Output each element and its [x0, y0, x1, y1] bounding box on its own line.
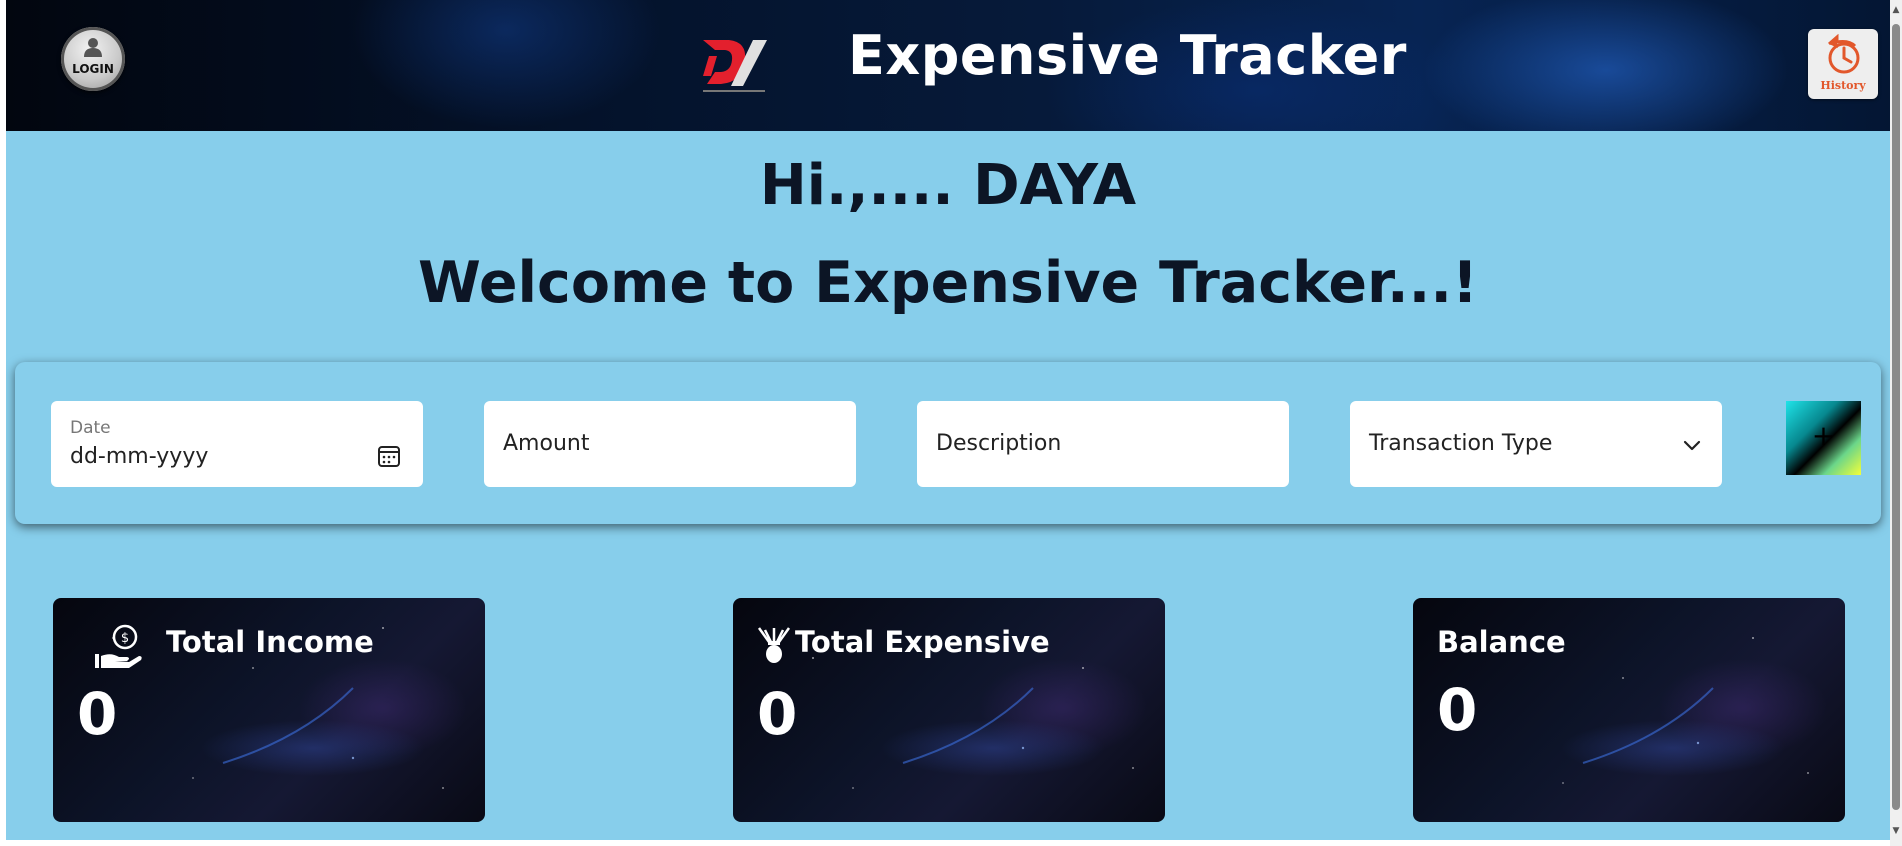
svg-text:$: $: [121, 631, 129, 646]
amount-input[interactable]: Amount: [484, 401, 856, 487]
balance-card: Balance 0: [1413, 598, 1845, 822]
user-icon: [84, 38, 102, 57]
add-transaction-button[interactable]: +: [1786, 401, 1861, 475]
description-input[interactable]: Description: [917, 401, 1289, 487]
total-income-card: $ Total Income 0: [53, 598, 485, 822]
add-icon: +: [1811, 419, 1836, 452]
scroll-thumb[interactable]: [1892, 24, 1900, 810]
scroll-down-arrow-icon[interactable]: ▼: [1891, 826, 1901, 836]
date-label: Date: [70, 418, 111, 438]
total-income-value: 0: [77, 680, 118, 748]
brand-logo: [703, 40, 767, 92]
header: LOGIN Expensive Tracker History: [6, 0, 1890, 131]
date-field[interactable]: Date dd-mm-yyyy: [51, 401, 423, 487]
transaction-type-value: Transaction Type: [1369, 431, 1553, 456]
total-expense-title: Total Expensive: [795, 625, 1050, 659]
amount-placeholder: Amount: [503, 431, 590, 456]
balance-title: Balance: [1437, 625, 1566, 659]
history-label: History: [1820, 79, 1866, 92]
history-button[interactable]: History: [1808, 29, 1878, 99]
login-button[interactable]: LOGIN: [61, 27, 125, 91]
calendar-icon[interactable]: [377, 444, 401, 468]
transaction-form: Date dd-mm-yyyy Amount Description Trans…: [15, 362, 1881, 524]
expense-icon: [757, 627, 791, 663]
vertical-scrollbar[interactable]: ▲ ▼: [1890, 0, 1902, 846]
greeting-heading: Hi.,.... DAYA: [759, 153, 1137, 218]
money-hand-icon: $: [95, 624, 142, 668]
total-expense-card: Total Expensive 0: [733, 598, 1165, 822]
chevron-down-icon: [1683, 440, 1701, 451]
welcome-heading: Welcome to Expensive Tracker...!: [418, 250, 1478, 316]
scroll-up-arrow-icon[interactable]: ▲: [1891, 5, 1901, 15]
transaction-type-select[interactable]: Transaction Type: [1350, 401, 1722, 487]
date-value: dd-mm-yyyy: [70, 444, 209, 469]
total-income-title: Total Income: [166, 625, 374, 659]
history-icon: [1828, 34, 1860, 74]
app-title: Expensive Tracker: [848, 24, 1407, 87]
app-viewport: LOGIN Expensive Tracker History Hi.,....…: [6, 0, 1890, 840]
balance-value: 0: [1437, 676, 1478, 744]
description-placeholder: Description: [936, 431, 1062, 456]
total-expense-value: 0: [757, 680, 798, 748]
login-label: LOGIN: [72, 62, 114, 76]
